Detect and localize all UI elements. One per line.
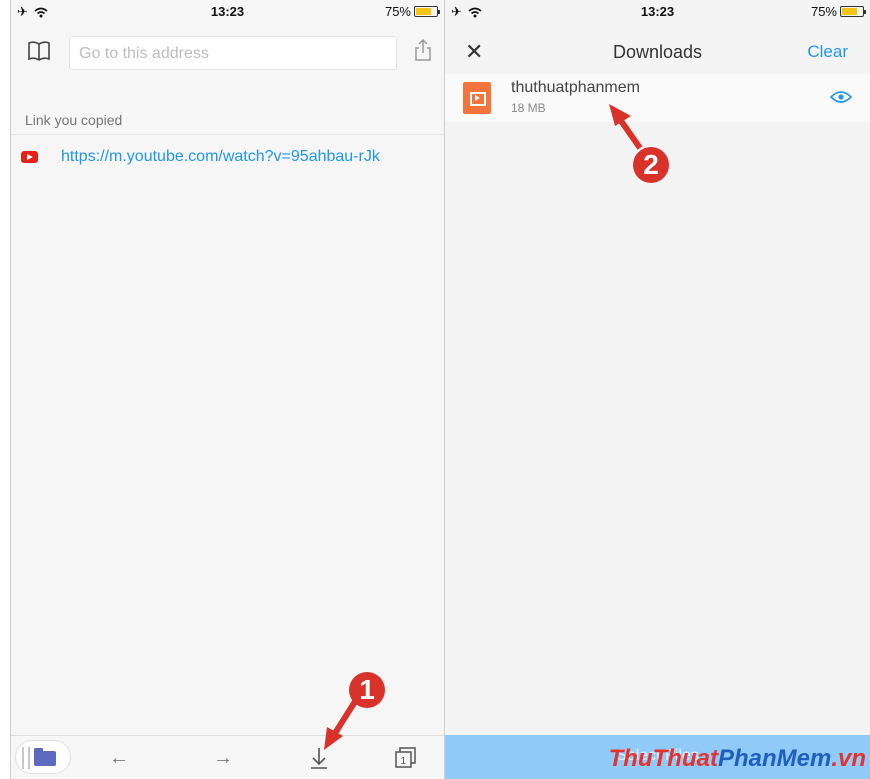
- browser-screen: ✈ 13:23 75% Go to this address Link you …: [10, 0, 445, 779]
- annotation-badge-2: 2: [633, 147, 669, 183]
- annotation-badge-1: 1: [349, 672, 385, 708]
- watermark-part-3: .vn: [831, 745, 866, 772]
- annotation-arrow-1: [324, 698, 359, 750]
- annotation-arrow-2: [609, 104, 643, 150]
- downloads-screen: ✈ 13:23 75% ✕ Downloads Clear thuthuatph…: [445, 0, 870, 779]
- watermark-part-1: ThuThuat: [608, 745, 718, 772]
- watermark: ThuThuatPhanMem.vn: [609, 745, 866, 773]
- watermark-part-2: PhanMem: [717, 745, 832, 772]
